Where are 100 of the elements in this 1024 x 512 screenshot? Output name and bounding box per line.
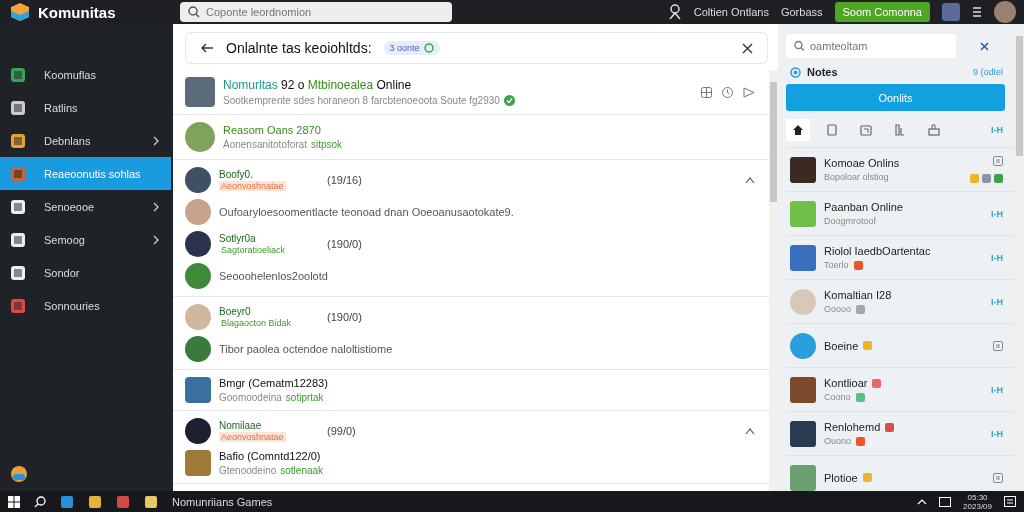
sidebar-item[interactable]: Senoeooe xyxy=(0,190,173,223)
search-icon[interactable] xyxy=(34,495,46,508)
member-count: (19/16) xyxy=(327,174,362,186)
list-item[interactable]: Paanban Online Doogmrotoof I-H xyxy=(786,192,1015,236)
search-field[interactable]: oamteoltam xyxy=(786,34,956,58)
avatar-placeholder xyxy=(790,288,816,315)
avatar-placeholder xyxy=(790,376,816,403)
avatar-placeholder xyxy=(185,418,211,444)
sidebar-item[interactable]: Sonnouries xyxy=(0,289,173,322)
clock-date: 2023/09 xyxy=(963,501,992,511)
notification-icon[interactable] xyxy=(1004,496,1016,507)
sidebar-item[interactable]: Ratlins xyxy=(0,91,173,124)
windows-icon[interactable] xyxy=(8,495,20,508)
back-arrow-icon[interactable] xyxy=(200,43,214,53)
notes-label: Notes xyxy=(807,66,838,78)
taskbar-app-label[interactable]: Nomunriians Games xyxy=(172,495,273,508)
list-item[interactable]: Komaltian I28 Ooooo I-H xyxy=(786,280,1015,324)
game-title: Bmgr (Cematm12283) xyxy=(219,377,328,389)
avatar-placeholder xyxy=(790,464,816,491)
grid-icon[interactable] xyxy=(701,86,712,98)
member-tag: Blagaocton Bidak xyxy=(219,318,294,328)
avatar-placeholder xyxy=(185,231,211,257)
member-count: (190/0) xyxy=(327,238,362,250)
tab[interactable] xyxy=(786,119,810,141)
document-icon xyxy=(826,124,838,136)
list-item[interactable]: Renlohemd Ouono I-H xyxy=(786,412,1015,456)
item-name: Paanban Online xyxy=(824,201,903,213)
avatar-placeholder xyxy=(790,200,816,227)
count-badge: 3 oonte xyxy=(383,41,440,55)
avatar-placeholder xyxy=(185,336,211,362)
status-text: sotiprtak xyxy=(285,392,324,403)
item-subtitle: Bopoloar olstiog xyxy=(824,172,889,182)
nav-link[interactable]: Coltien Ontlans xyxy=(693,6,769,18)
clock-icon[interactable] xyxy=(722,86,733,98)
square-icon[interactable] xyxy=(993,156,1003,166)
item-name: Komoae Onlins xyxy=(824,157,900,169)
chevron-up-icon[interactable] xyxy=(745,427,755,435)
home-icon xyxy=(792,124,804,136)
sidebar-item[interactable]: Koomuflas xyxy=(0,58,173,91)
square-icon[interactable] xyxy=(993,472,1003,483)
nav-link[interactable]: Gorbass xyxy=(780,6,823,18)
app-icon xyxy=(10,99,26,116)
member-count: (190/0) xyxy=(327,311,362,323)
avatar-placeholder xyxy=(790,420,816,447)
radio-icon[interactable] xyxy=(790,66,801,78)
avatar-placeholder xyxy=(185,450,211,476)
game-subtitle: Gtenoodeino xyxy=(219,465,277,476)
keyboard-icon[interactable] xyxy=(939,495,952,508)
list-item[interactable]: Riolol IaedbOartentac Toerlo I-H xyxy=(786,236,1015,280)
member-tag: Aeonvoshnatae xyxy=(219,181,286,191)
scrollbar[interactable] xyxy=(769,70,778,491)
list-item[interactable]: Kontlioar Coono I-H xyxy=(786,368,1015,412)
scrollbar[interactable] xyxy=(1015,24,1024,491)
sidebar-item[interactable]: Debnlans xyxy=(0,124,173,157)
person-icon[interactable] xyxy=(667,4,682,20)
item-subtitle: Ouono xyxy=(824,436,852,446)
clock-time: 05:30 xyxy=(967,492,988,502)
avatar-placeholder xyxy=(790,244,816,271)
menu-icon[interactable] xyxy=(972,6,982,18)
game-subtitle: Goomoodeina xyxy=(219,392,282,403)
game-title: Bafio (Comntd122/0) xyxy=(219,450,322,462)
post-title: Nomurltas 92 o Mtbinoealea Online xyxy=(223,78,413,92)
avatar-placeholder xyxy=(790,156,816,183)
member-name: Boofy0. xyxy=(219,169,254,180)
app-icon[interactable] xyxy=(144,494,158,509)
game-icon[interactable] xyxy=(10,465,28,483)
member-tag: Aeonvoshnatae xyxy=(219,432,286,442)
channel-title: Reasom Oans 2870 xyxy=(223,124,322,136)
search-field[interactable]: Coponte leordnomion xyxy=(180,2,452,22)
app-icon[interactable] xyxy=(60,494,74,509)
sidebar-item[interactable]: Semoog xyxy=(0,223,173,256)
briefcase-icon xyxy=(928,124,940,136)
avatar-placeholder xyxy=(185,263,211,289)
close-icon[interactable] xyxy=(742,42,753,54)
chevron-up-icon[interactable] xyxy=(745,176,755,184)
item-name: Renlohemd xyxy=(824,421,881,433)
list-item[interactable]: Boeine xyxy=(786,324,1015,368)
post-subtitle: Sootkemprente sdes horaneon 8 farcbtenoeoota Soute fg2930 xyxy=(223,95,500,106)
app-icon xyxy=(10,132,26,149)
avatar[interactable] xyxy=(994,1,1016,23)
item-name: Komaltian I28 xyxy=(824,289,892,301)
reply-text: Seooohelenlos2oolotd xyxy=(219,270,328,282)
reply-text: Oufoaryloesoomentlacte teonoad dnan Ooeoanusaotokate9. xyxy=(219,206,514,218)
cube-logo-icon xyxy=(10,2,30,22)
app-thumbnail[interactable] xyxy=(942,3,960,21)
avatar-placeholder xyxy=(185,304,211,330)
list-item[interactable]: Komoae Onlins Bopoloar olstiog xyxy=(786,148,1015,192)
avatar-placeholder xyxy=(790,332,816,359)
item-name: Plotioe xyxy=(824,471,858,484)
app-icon xyxy=(10,264,26,281)
app-title: Komunitas xyxy=(38,3,116,21)
avatar-placeholder xyxy=(185,199,211,225)
app-icon xyxy=(10,231,26,248)
member-name: Boeyr0 xyxy=(219,306,252,317)
send-icon[interactable] xyxy=(743,86,755,98)
avatar-placeholder xyxy=(185,122,215,152)
sidebar-item[interactable]: Sondor xyxy=(0,256,173,289)
close-icon[interactable] xyxy=(980,41,989,51)
app-icon[interactable] xyxy=(88,494,102,509)
square-icon[interactable] xyxy=(993,340,1003,351)
